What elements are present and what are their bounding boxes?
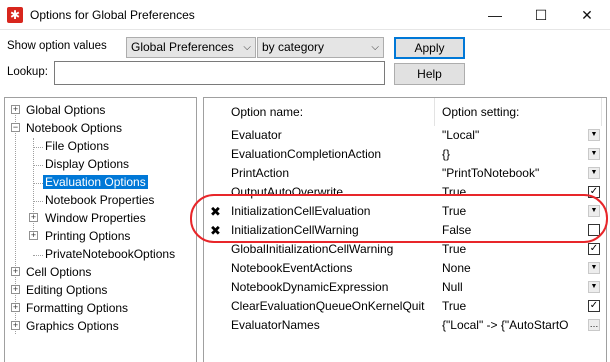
modified-x-icon[interactable]: ✖ xyxy=(210,202,221,221)
expand-plus-icon[interactable]: + xyxy=(11,303,20,312)
option-name: EvaluatorNames xyxy=(231,318,320,332)
expand-plus-icon[interactable]: + xyxy=(29,231,38,240)
option-name: Evaluator xyxy=(231,128,282,142)
option-value[interactable]: True xyxy=(442,240,588,259)
checkbox[interactable]: ✓ xyxy=(588,243,600,255)
close-button[interactable]: ✕ xyxy=(564,0,610,30)
apply-button[interactable]: Apply xyxy=(394,37,465,59)
option-value[interactable]: "Local" xyxy=(442,126,588,145)
show-option-values-label: Show option values xyxy=(7,40,107,52)
minimize-button[interactable]: — xyxy=(472,0,518,30)
scope-dropdown-value: Global Preferences xyxy=(131,40,234,54)
checkbox[interactable]: ✓ xyxy=(588,186,600,198)
maximize-button[interactable]: ☐ xyxy=(518,0,564,30)
tree-item-evaluation-options[interactable]: Evaluation Options xyxy=(43,173,148,191)
group-dropdown-value: by category xyxy=(262,40,325,54)
group-dropdown[interactable]: by category ⌵ xyxy=(257,37,384,58)
tree-item-private-notebook-options[interactable]: PrivateNotebookOptions xyxy=(43,245,177,263)
lookup-label: Lookup: xyxy=(7,66,48,78)
option-value[interactable]: Null xyxy=(442,278,588,297)
column-header-option-name: Option name: xyxy=(231,105,304,119)
option-category-tree[interactable]: + Global Options − Notebook Options File… xyxy=(4,97,197,362)
mathematica-star-icon: ✱ xyxy=(7,7,23,23)
option-value[interactable]: "PrintToNotebook" xyxy=(442,164,588,183)
lookup-input[interactable] xyxy=(54,61,385,85)
dropdown-arrow-icon[interactable]: ▼ xyxy=(588,129,600,141)
option-name: PrintAction xyxy=(231,166,290,180)
option-value[interactable]: True xyxy=(442,202,588,221)
checkbox[interactable] xyxy=(588,224,600,236)
expand-plus-icon[interactable]: + xyxy=(11,321,20,330)
option-row-output-auto-overwrite[interactable]: OutputAutoOverwrite True ✓ xyxy=(204,183,606,202)
chevron-down-icon: ⌵ xyxy=(371,42,379,53)
option-row-initialization-cell-warning[interactable]: ✖ InitializationCellWarning False xyxy=(204,221,606,240)
option-name: InitializationCellEvaluation xyxy=(231,204,371,218)
option-value[interactable]: False xyxy=(442,221,588,240)
option-row-notebook-dynamic-expression[interactable]: NotebookDynamicExpression Null ▼ xyxy=(204,278,606,297)
option-value[interactable]: True xyxy=(442,183,588,202)
option-value[interactable]: {"Local" -> {"AutoStartO xyxy=(442,316,588,335)
ellipsis-icon[interactable]: … xyxy=(588,319,600,331)
dropdown-arrow-icon[interactable]: ▼ xyxy=(588,205,600,217)
tree-item-notebook-properties[interactable]: Notebook Properties xyxy=(43,191,156,209)
option-row-initialization-cell-evaluation[interactable]: ✖ InitializationCellEvaluation True ▼ xyxy=(204,202,606,221)
dropdown-arrow-icon[interactable]: ▼ xyxy=(588,167,600,179)
option-row-evaluator[interactable]: Evaluator "Local" ▼ xyxy=(204,126,606,145)
option-row-notebook-event-actions[interactable]: NotebookEventActions None ▼ xyxy=(204,259,606,278)
expand-plus-icon[interactable]: + xyxy=(11,105,20,114)
option-row-evaluation-completion-action[interactable]: EvaluationCompletionAction {} ▼ xyxy=(204,145,606,164)
column-divider xyxy=(601,98,602,126)
option-row-print-action[interactable]: PrintAction "PrintToNotebook" ▼ xyxy=(204,164,606,183)
collapse-minus-icon[interactable]: − xyxy=(11,123,20,132)
option-name: InitializationCellWarning xyxy=(231,223,359,237)
help-button[interactable]: Help xyxy=(394,63,465,85)
column-divider xyxy=(434,98,435,126)
option-row-clear-evaluation-queue-on-kernel-quit[interactable]: ClearEvaluationQueueOnKernelQuit True ✓ xyxy=(204,297,606,316)
option-name: NotebookDynamicExpression xyxy=(231,280,389,294)
option-value[interactable]: True xyxy=(442,297,588,316)
options-grid[interactable]: Option name: Option setting: Evaluator "… xyxy=(203,97,607,362)
option-row-evaluator-names[interactable]: EvaluatorNames {"Local" -> {"AutoStartO … xyxy=(204,316,606,335)
title-bar: ✱ Options for Global Preferences — ☐ ✕ xyxy=(0,0,610,30)
chevron-down-icon: ⌵ xyxy=(243,42,251,53)
expand-plus-icon[interactable]: + xyxy=(29,213,38,222)
scope-dropdown[interactable]: Global Preferences ⌵ xyxy=(126,37,256,58)
expand-plus-icon[interactable]: + xyxy=(11,267,20,276)
window-title: Options for Global Preferences xyxy=(30,8,195,22)
dropdown-arrow-icon[interactable]: ▼ xyxy=(588,148,600,160)
expand-plus-icon[interactable]: + xyxy=(11,285,20,294)
option-name: ClearEvaluationQueueOnKernelQuit xyxy=(231,299,425,313)
option-name: OutputAutoOverwrite xyxy=(231,185,344,199)
modified-x-icon[interactable]: ✖ xyxy=(210,221,221,240)
dropdown-arrow-icon[interactable]: ▼ xyxy=(588,262,600,274)
tree-item-display-options[interactable]: Display Options xyxy=(43,155,131,173)
option-name: EvaluationCompletionAction xyxy=(231,147,382,161)
option-row-global-initialization-cell-warning[interactable]: GlobalInitializationCellWarning True ✓ xyxy=(204,240,606,259)
option-value[interactable]: {} xyxy=(442,145,588,164)
column-header-option-setting: Option setting: xyxy=(442,105,520,119)
option-value[interactable]: None xyxy=(442,259,588,278)
option-name: NotebookEventActions xyxy=(231,261,353,275)
checkbox[interactable]: ✓ xyxy=(588,300,600,312)
option-name: GlobalInitializationCellWarning xyxy=(231,242,394,256)
tree-item-file-options[interactable]: File Options xyxy=(43,137,111,155)
dropdown-arrow-icon[interactable]: ▼ xyxy=(588,281,600,293)
